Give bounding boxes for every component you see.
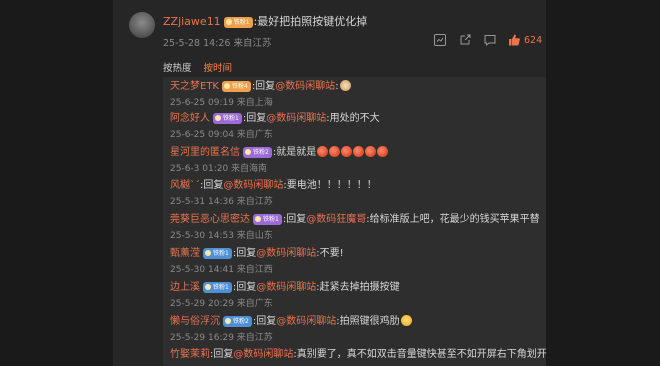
reply-line: 莞葵巨恶心思密达 铁粉1:回复@数码狂魔哥:给标准版上吧，花最少的钱买苹果平替 — [170, 213, 540, 227]
reply-item: 阿念好人 铁粉1:回复@数码闲聊站:用处的不大 25-6-25 09:04 来自广东 — [170, 112, 380, 141]
reply-username[interactable]: 风樾ˋˊ — [170, 180, 200, 191]
reply-item: 星河里的匿名信 铁粉2:就是就是 25-6-3 01:20 来自海南 — [170, 146, 389, 175]
reply-list: 天之梦ETK 铁粉4:回复@数码闲聊站: 25-6-25 09:19 来自上海 阿念好… — [163, 77, 547, 366]
reply-text: :用处的不大 — [326, 113, 380, 124]
red-emoji-icon — [317, 146, 329, 157]
mention-link[interactable]: @数码闲聊站 — [276, 316, 336, 327]
reply-text: :就是就是 — [272, 147, 317, 158]
reply-line: 懒与俗浮沉 铁粉2:回复@数码闲聊站:拍照键很鸡肋 — [170, 315, 412, 329]
reply-username[interactable]: 竹娶茉莉 — [170, 349, 210, 360]
red-emoji-icon — [377, 146, 389, 157]
reply-meta: 25-5-29 20:29 来自广东 — [170, 299, 273, 309]
reply-meta: 25-6-3 01:20 来自海南 — [170, 164, 268, 174]
reply-meta: 25-5-30 14:41 来自江西 — [170, 265, 273, 275]
mention-link[interactable]: @数码闲聊站 — [275, 81, 335, 92]
fan-badge: 铁粉4 — [221, 81, 251, 92]
reply-meta: 25-6-25 09:04 来自广东 — [170, 130, 273, 140]
mention-link[interactable]: @数码闲聊站 — [256, 248, 316, 259]
reply-meta: 25-5-30 14:53 来自山东 — [170, 231, 273, 241]
main-comment-text: :最好把拍照按键优化掉 — [253, 15, 368, 28]
reply-line: 天之梦ETK 铁粉4:回复@数码闲聊站: — [170, 80, 351, 94]
fan-badge: 铁粉1 — [203, 282, 232, 293]
reply-line: 边上溪 铁粉1:回复@数码闲聊站:赶紧去掉拍摄按键 — [170, 281, 400, 295]
tab-sort-by-hot[interactable]: 按热度 — [163, 63, 192, 74]
reply-prefix: :回复 — [210, 349, 234, 360]
reply-username[interactable]: 懒与俗浮沉 — [170, 316, 220, 327]
mention-link[interactable]: @数码闲聊站 — [256, 282, 316, 293]
sweat-emoji-icon — [400, 315, 412, 326]
mention-link[interactable]: @数码闲聊站 — [266, 113, 326, 124]
reply-meta: 25-5-31 14:36 来自江苏 — [170, 197, 273, 207]
fan-badge: 铁粉2 — [223, 316, 252, 327]
reply-text: : — [335, 81, 339, 92]
avatar[interactable] — [129, 12, 155, 38]
reply-username[interactable]: 星河里的匿名信 — [170, 147, 240, 158]
reply-prefix: :回复 — [232, 282, 257, 293]
fan-badge: 铁粉1 — [253, 214, 282, 225]
reply-text: :给标准版上吧，花最少的钱买苹果平替 — [366, 214, 540, 225]
reply-line: 风樾ˋˊ:回复@数码闲聊站:要电池！！！！！！ — [170, 179, 377, 193]
reply-username[interactable]: 边上溪 — [170, 282, 200, 293]
like-icon[interactable] — [507, 32, 521, 46]
reply-item: 风樾ˋˊ:回复@数码闲聊站:要电池！！！！！！ 25-5-31 14:36 来自江… — [170, 179, 377, 208]
fan-badge: 铁粉2 — [243, 147, 272, 158]
reply-text: :不要! — [316, 248, 344, 259]
reply-text: :真别要了，真不如双击音量键快甚至不如开屏右下角划开 — [293, 349, 547, 360]
tab-sort-by-time[interactable]: 按时间 — [204, 63, 233, 74]
reply-username[interactable]: 莞葵巨恶心思密达 — [170, 214, 250, 225]
fan-badge: 铁粉1 — [223, 17, 253, 28]
reply-meta: 25-5-29 16:29 来自江苏 — [170, 333, 273, 343]
mention-link[interactable]: @数码闲聊站 — [223, 180, 283, 191]
reply-meta: 25-6-25 09:19 来自上海 — [170, 98, 273, 108]
weibo-comment-page: ZZjiawe11 铁粉1:最好把拍照按键优化掉 25-5-28 14:26 来自… — [0, 0, 660, 366]
sort-tabs: 按热度 按时间 — [163, 60, 244, 74]
comment-icon[interactable] — [483, 32, 497, 47]
reply-line: 星河里的匿名信 铁粉2:就是就是 — [170, 146, 389, 160]
dog-emoji-icon — [339, 80, 351, 91]
red-emoji-icon — [353, 146, 365, 157]
main-comment-username[interactable]: ZZjiawe11 — [163, 15, 221, 28]
reply-line: 甄薰滢 铁粉1:回复@数码闲聊站:不要! — [170, 247, 344, 261]
main-comment-meta: 25-5-28 14:26 来自江苏 — [163, 38, 272, 49]
reply-username[interactable]: 阿念好人 — [170, 113, 210, 124]
red-emoji-icon — [341, 146, 353, 157]
reply-line: 竹娶茉莉:回复@数码闲聊站:真别要了，真不如双击音量键快甚至不如开屏右下角划开 — [170, 348, 547, 362]
reply-text: :拍照键很鸡肋 — [336, 316, 400, 327]
red-emoji-icon — [365, 146, 377, 157]
reply-prefix: :回复 — [252, 316, 277, 327]
reply-prefix: :回复 — [200, 180, 224, 191]
reply-item: 懒与俗浮沉 铁粉2:回复@数码闲聊站:拍照键很鸡肋 25-5-29 16:29 来自… — [170, 315, 412, 344]
red-emoji-icon — [329, 146, 341, 157]
reply-text: :赶紧去掉拍摄按键 — [316, 282, 400, 293]
main-comment: ZZjiawe11 铁粉1:最好把拍照按键优化掉 — [163, 14, 367, 29]
reply-prefix: :回复 — [251, 81, 276, 92]
fan-badge: 铁粉1 — [213, 113, 242, 124]
more-icon[interactable] — [433, 32, 447, 46]
mention-link[interactable]: @数码闲聊站 — [233, 349, 293, 360]
reply-prefix: :回复 — [282, 214, 307, 225]
mention-link[interactable]: @数码狂魔哥 — [306, 214, 366, 225]
reply-item: 天之梦ETK 铁粉4:回复@数码闲聊站: 25-6-25 09:19 来自上海 — [170, 80, 351, 109]
like-count: 624 — [524, 35, 543, 46]
fan-badge: 铁粉1 — [203, 248, 232, 259]
reply-item: 边上溪 铁粉1:回复@数码闲聊站:赶紧去掉拍摄按键 25-5-29 20:29 来自… — [170, 281, 400, 310]
reply-item: 甄薰滢 铁粉1:回复@数码闲聊站:不要! 25-5-30 14:41 来自江西 — [170, 247, 344, 276]
reply-item: 竹娶茉莉:回复@数码闲聊站:真别要了，真不如双击音量键快甚至不如开屏右下角划开 — [170, 348, 547, 362]
reply-line: 阿念好人 铁粉1:回复@数码闲聊站:用处的不大 — [170, 112, 380, 126]
reply-username[interactable]: 天之梦ETK — [170, 81, 219, 92]
reply-prefix: :回复 — [242, 113, 267, 124]
reply-prefix: :回复 — [232, 248, 257, 259]
share-icon[interactable] — [458, 32, 472, 46]
reply-item: 莞葵巨恶心思密达 铁粉1:回复@数码狂魔哥:给标准版上吧，花最少的钱买苹果平替 25… — [170, 213, 540, 242]
reply-username[interactable]: 甄薰滢 — [170, 248, 200, 259]
reply-text: :要电池！！！！！！ — [283, 180, 377, 191]
